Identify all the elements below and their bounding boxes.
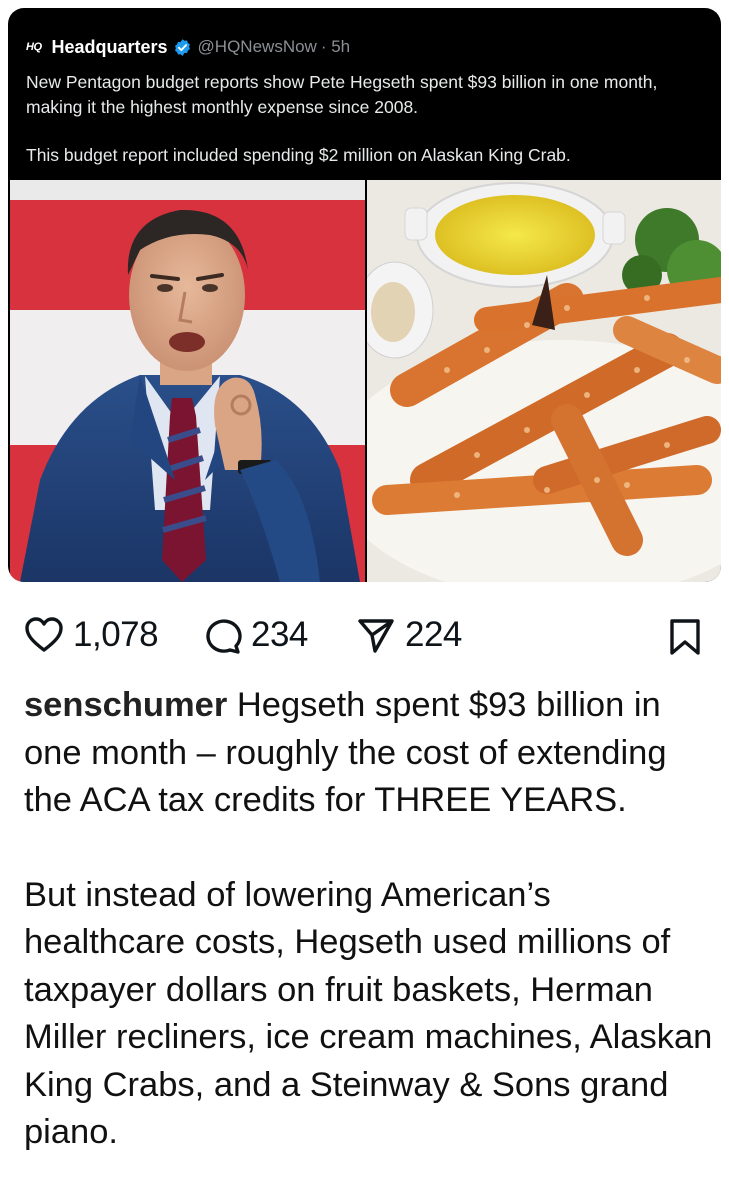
bookmark-button[interactable]: [668, 618, 702, 661]
bookmark-icon: [670, 619, 700, 655]
like-count: 1,078: [73, 615, 159, 654]
share-count: 224: [405, 615, 462, 654]
post-username[interactable]: senschumer: [24, 686, 227, 724]
tweet-text: New Pentagon budget reports show Pete He…: [26, 70, 706, 168]
tweet-text-paragraph-1: New Pentagon budget reports show Pete He…: [26, 72, 658, 117]
post-action-bar: 1,078 234 224: [24, 610, 714, 660]
heart-icon: [25, 617, 63, 652]
speaker-photo: [10, 180, 365, 582]
embedded-tweet-card[interactable]: HQ Headquarters @HQNewsNow · 5h New Pent…: [8, 8, 721, 582]
caption-paragraph-1: senschumer Hegseth spent $93 billion in …: [24, 682, 714, 825]
tweet-text-paragraph-2: This budget report included spending $2 …: [26, 145, 571, 165]
tweet-author-name[interactable]: Headquarters: [52, 37, 168, 58]
share-icon: [358, 619, 394, 653]
comment-button[interactable]: 234: [202, 610, 308, 660]
comment-icon: [206, 619, 242, 654]
post-caption: senschumer Hegseth spent $93 billion in …: [24, 682, 714, 1157]
tweet-header: HQ Headquarters @HQNewsNow · 5h: [26, 36, 350, 58]
verified-badge-icon: [174, 38, 190, 56]
tweet-time: · 5h: [320, 37, 351, 56]
crab-platter-photo: [367, 180, 721, 582]
share-button[interactable]: 224: [356, 610, 462, 660]
tweet-image-right[interactable]: [367, 180, 721, 582]
tweet-handle[interactable]: @HQNewsNow: [198, 37, 317, 57]
like-button[interactable]: 1,078: [24, 610, 159, 660]
tweet-image-left[interactable]: [10, 180, 365, 582]
hq-logo: HQ: [26, 41, 42, 53]
caption-paragraph-2: But instead of lowering American’s healt…: [24, 875, 713, 1152]
comment-count: 234: [251, 615, 308, 654]
